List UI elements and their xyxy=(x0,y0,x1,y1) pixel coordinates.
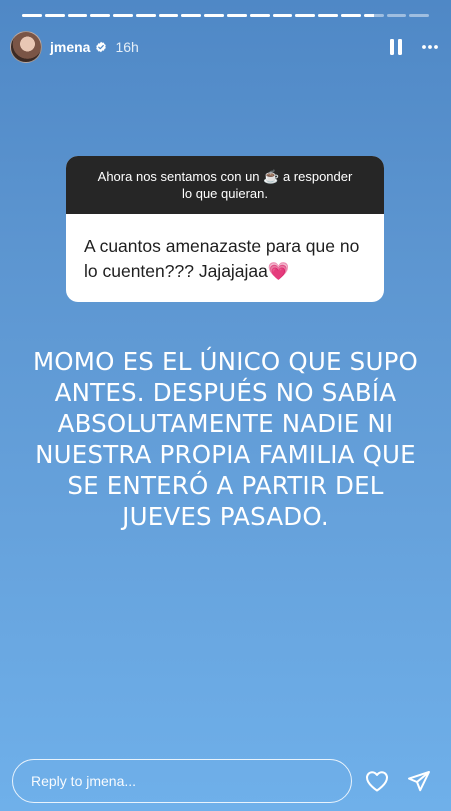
progress-segment xyxy=(227,14,247,17)
progress-fill xyxy=(44,14,65,17)
story-header: jmena 16h xyxy=(10,30,439,64)
progress-segment xyxy=(204,14,225,17)
progress-fill xyxy=(272,14,293,17)
pause-button[interactable] xyxy=(389,38,403,56)
progress-fill xyxy=(67,14,88,17)
progress-fill xyxy=(113,14,133,17)
progress-segment xyxy=(158,14,179,17)
progress-fill xyxy=(295,14,316,17)
story-footer: Reply to jmena... xyxy=(12,759,437,803)
question-sticker[interactable]: Ahora nos sentamos con un ☕ a responder … xyxy=(66,156,384,302)
story-viewer[interactable]: jmena 16h Ahora nos sentamos con un ☕ a … xyxy=(0,0,451,811)
progress-segment xyxy=(135,14,156,17)
progress-fill xyxy=(158,14,179,17)
progress-fill xyxy=(90,14,111,17)
share-button[interactable] xyxy=(407,770,431,792)
progress-fill xyxy=(340,14,361,17)
progress-fill xyxy=(135,14,156,17)
progress-segment xyxy=(386,14,407,17)
progress-segment xyxy=(113,14,133,17)
progress-segment xyxy=(318,14,338,17)
progress-segment xyxy=(44,14,65,17)
progress-fill xyxy=(22,14,42,17)
progress-fill xyxy=(181,14,202,17)
progress-segment xyxy=(181,14,202,17)
progress-segment xyxy=(67,14,88,17)
progress-segment xyxy=(272,14,293,17)
pause-icon xyxy=(390,39,402,55)
question-prompt: Ahora nos sentamos con un ☕ a responder … xyxy=(66,156,384,214)
avatar[interactable] xyxy=(10,31,42,63)
progress-fill xyxy=(249,14,270,17)
progress-segment xyxy=(22,14,42,17)
progress-segment xyxy=(409,14,430,17)
username[interactable]: jmena xyxy=(50,39,90,55)
heart-icon xyxy=(366,771,388,792)
send-icon xyxy=(408,771,430,792)
verified-badge-icon xyxy=(96,41,107,53)
post-time: 16h xyxy=(115,39,139,55)
like-button[interactable] xyxy=(365,770,389,792)
progress-segment xyxy=(295,14,316,17)
story-text: MOMO ES EL ÚNICO QUE SUPO ANTES. DESPUÉS… xyxy=(32,347,419,531)
reply-input[interactable]: Reply to jmena... xyxy=(12,759,352,803)
more-options-button[interactable] xyxy=(421,38,439,56)
reply-placeholder: Reply to jmena... xyxy=(31,773,137,789)
progress-fill xyxy=(363,14,374,17)
progress-segment xyxy=(340,14,361,17)
progress-segment xyxy=(363,14,384,17)
progress-segment xyxy=(249,14,270,17)
more-icon xyxy=(422,45,438,49)
progress-fill xyxy=(318,14,338,17)
progress-fill xyxy=(204,14,225,17)
story-progress-bar xyxy=(22,14,430,17)
question-answer: A cuantos amenazaste para que no lo cuen… xyxy=(84,236,360,281)
progress-segment xyxy=(90,14,111,17)
progress-fill xyxy=(227,14,247,17)
